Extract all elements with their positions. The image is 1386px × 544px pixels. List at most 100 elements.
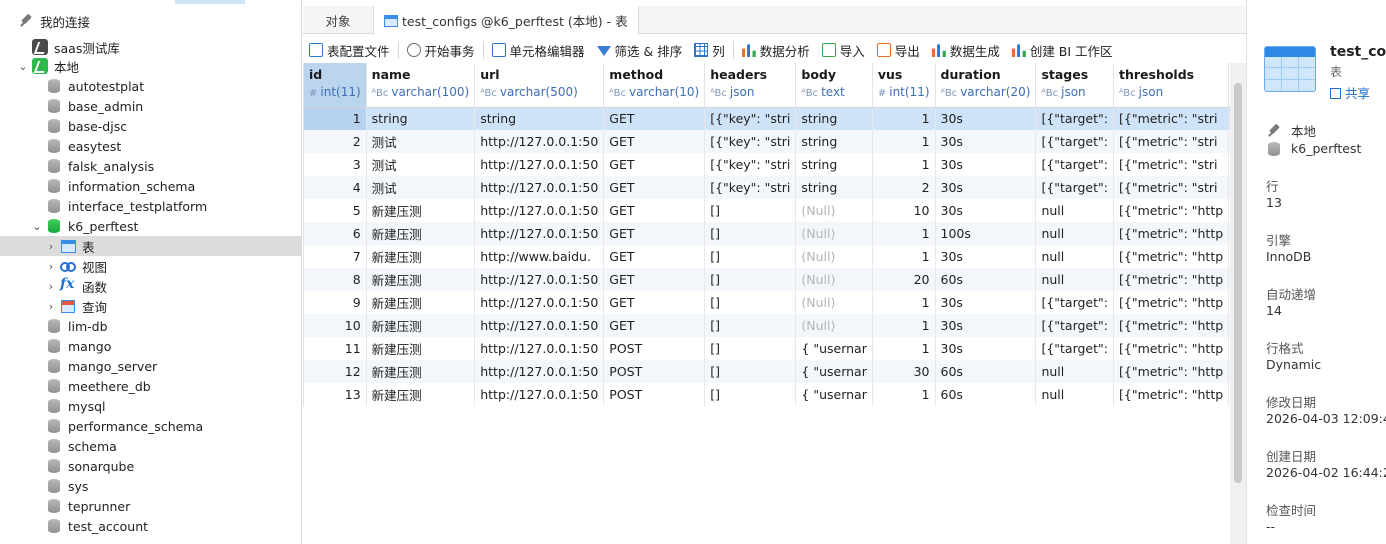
cell-thresholds[interactable]: [{"metric": "stri (1113, 130, 1230, 153)
cell-body[interactable]: string (795, 153, 873, 176)
cell-headers[interactable]: [{"key": "stri (704, 176, 797, 199)
cell-thresholds[interactable]: [{"metric": "http (1113, 222, 1230, 245)
cell-method[interactable]: GET (603, 130, 706, 153)
cell-vus[interactable]: 1 (872, 153, 936, 176)
cell-method[interactable]: GET (603, 153, 706, 176)
column-header-name[interactable]: name ᴬBc varchar(100) (366, 63, 476, 108)
cell-url[interactable]: http://127.0.0.1:50 (474, 199, 605, 222)
cell-url[interactable]: http://127.0.0.1:50 (474, 222, 605, 245)
cell-duration[interactable]: 30s (935, 337, 1037, 360)
cell-vus[interactable]: 2 (872, 176, 936, 199)
cell-name[interactable]: 新建压测 (366, 199, 476, 222)
cell-headers[interactable]: [] (704, 314, 797, 337)
table-row[interactable]: 11 新建压测 http://127.0.0.1:50 POST[]{ "userna… (303, 337, 1230, 360)
column-header-method[interactable]: method ᴬBc varchar(10) (603, 63, 706, 108)
cell-id[interactable]: 3 (303, 153, 367, 176)
table-row[interactable]: 13 新建压测 http://127.0.0.1:50 POST[]{ "userna… (303, 383, 1230, 406)
column-header-vus[interactable]: vus # int(11) (872, 63, 936, 108)
tree-database-base-admin[interactable]: base_admin (0, 96, 301, 116)
cell-vus[interactable]: 1 (872, 291, 936, 314)
vertical-scrollbar[interactable] (1230, 63, 1246, 544)
cell-body[interactable]: (Null) (795, 291, 873, 314)
cell-stages[interactable]: [{"target": (1035, 107, 1114, 130)
cell-stages[interactable]: [{"target": (1035, 153, 1114, 176)
table-row[interactable]: 10 新建压测 http://127.0.0.1:50 GET[] (Null) 1 30s… (303, 314, 1230, 337)
cell-vus[interactable]: 1 (872, 222, 936, 245)
cell-duration[interactable]: 60s (935, 268, 1037, 291)
cell-vus[interactable]: 1 (872, 337, 936, 360)
cell-url[interactable]: http://127.0.0.1:50 (474, 360, 605, 383)
columns-button[interactable]: 列 (688, 38, 731, 62)
table-row[interactable]: 6 新建压测 http://127.0.0.1:50 GET[] (Null) 1 100s… (303, 222, 1230, 245)
table-row[interactable]: 1 string string GET [{"key": "stri string 1 30s… (303, 107, 1230, 130)
cell-id[interactable]: 8 (303, 268, 367, 291)
cell-id[interactable]: 13 (303, 383, 367, 406)
cell-url[interactable]: http://www.baidu. (474, 245, 605, 268)
cell-body[interactable]: string (795, 176, 873, 199)
cell-editor-button[interactable]: 单元格编辑器 (486, 38, 591, 62)
tree-database-mango-server[interactable]: mango_server (0, 356, 301, 376)
cell-id[interactable]: 10 (303, 314, 367, 337)
tree-database-sonarqube[interactable]: sonarqube (0, 456, 301, 476)
cell-name[interactable]: 新建压测 (366, 314, 476, 337)
cell-headers[interactable]: [] (704, 360, 797, 383)
cell-name[interactable]: 新建压测 (366, 291, 476, 314)
tree-database-falsk-analysis[interactable]: falsk_analysis (0, 156, 301, 176)
cell-thresholds[interactable]: [{"metric": "http (1113, 314, 1230, 337)
cell-vus[interactable]: 1 (872, 314, 936, 337)
tree-database-autotestplat[interactable]: autotestplat (0, 76, 301, 96)
cell-stages[interactable]: null (1035, 360, 1114, 383)
table-row[interactable]: 2 测试 http://127.0.0.1:50 GET [{"key": "stri s… (303, 130, 1230, 153)
cell-duration[interactable]: 30s (935, 107, 1037, 130)
tree-k6-child-view[interactable]: › 视图 (0, 256, 301, 276)
data-analysis-button[interactable]: 数据分析 (736, 38, 816, 62)
tree-database-base-djsc[interactable]: base-djsc (0, 116, 301, 136)
cell-body[interactable]: (Null) (795, 268, 873, 291)
cell-body[interactable]: (Null) (795, 245, 873, 268)
cell-name[interactable]: 新建压测 (366, 383, 476, 406)
cell-method[interactable]: GET (603, 107, 706, 130)
cell-name[interactable]: 测试 (366, 130, 476, 153)
cell-id[interactable]: 12 (303, 360, 367, 383)
cell-stages[interactable]: [{"target": (1035, 176, 1114, 199)
cell-id[interactable]: 4 (303, 176, 367, 199)
cell-id[interactable]: 7 (303, 245, 367, 268)
cell-id[interactable]: 2 (303, 130, 367, 153)
cell-headers[interactable]: [] (704, 222, 797, 245)
cell-id[interactable]: 9 (303, 291, 367, 314)
cell-method[interactable]: POST (603, 337, 706, 360)
cell-name[interactable]: 新建压测 (366, 360, 476, 383)
cell-body[interactable]: string (795, 107, 873, 130)
cell-id[interactable]: 11 (303, 337, 367, 360)
cell-thresholds[interactable]: [{"metric": "http (1113, 337, 1230, 360)
cell-headers[interactable]: [{"key": "stri (704, 107, 797, 130)
cell-stages[interactable]: null (1035, 268, 1114, 291)
cell-duration[interactable]: 30s (935, 130, 1037, 153)
scrollbar-thumb[interactable] (1234, 83, 1242, 483)
cell-thresholds[interactable]: [{"metric": "http (1113, 383, 1230, 406)
chevron-right-icon[interactable]: › (44, 260, 58, 273)
cell-stages[interactable]: [{"target": (1035, 337, 1114, 360)
cell-name[interactable]: string (366, 107, 476, 130)
begin-transaction-button[interactable]: 开始事务 (401, 38, 481, 62)
data-grid[interactable]: id # int(11) name ᴬBc varchar(100) url ᴬBc varch… (303, 63, 1230, 544)
cell-thresholds[interactable]: [{"metric": "stri (1113, 107, 1230, 130)
cell-stages[interactable]: null (1035, 222, 1114, 245)
cell-vus[interactable]: 10 (872, 199, 936, 222)
cell-id[interactable]: 1 (303, 107, 367, 130)
cell-headers[interactable]: [] (704, 337, 797, 360)
column-header-body[interactable]: body ᴬBc text (795, 63, 873, 108)
cell-url[interactable]: http://127.0.0.1:50 (474, 268, 605, 291)
cell-method[interactable]: POST (603, 360, 706, 383)
cell-name[interactable]: 新建压测 (366, 268, 476, 291)
tree-database-schema[interactable]: schema (0, 436, 301, 456)
cell-duration[interactable]: 30s (935, 176, 1037, 199)
tree-database-k6-perftest[interactable]: ⌄ k6_perftest (0, 216, 301, 236)
cell-url[interactable]: http://127.0.0.1:50 (474, 383, 605, 406)
table-row[interactable]: 9 新建压测 http://127.0.0.1:50 GET[] (Null) 1 30s[… (303, 291, 1230, 314)
tree-database-lim-db[interactable]: lim-db (0, 316, 301, 336)
table-row[interactable]: 7 新建压测 http://www.baidu. GET[] (Null) 1 30s nul… (303, 245, 1230, 268)
tab-table-test-configs[interactable]: test_configs @k6_perftest (本地) - 表 (373, 6, 639, 35)
chevron-right-icon[interactable]: › (44, 240, 58, 253)
cell-body[interactable]: (Null) (795, 222, 873, 245)
